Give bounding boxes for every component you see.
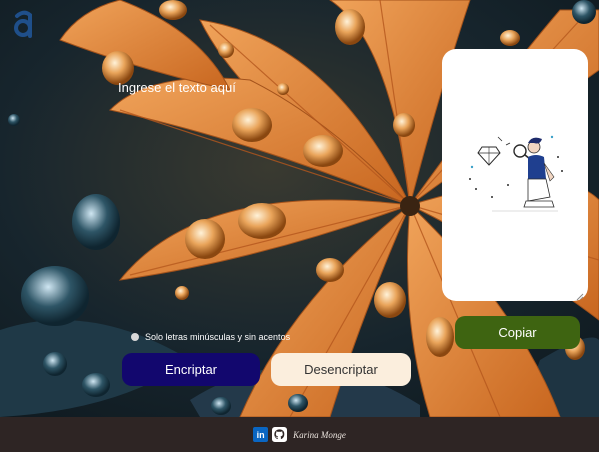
author-name: Karina Monge: [293, 429, 346, 440]
resize-handle-icon[interactable]: [575, 288, 584, 301]
social-links: in: [253, 427, 288, 442]
encrypt-button[interactable]: Encriptar: [122, 353, 260, 386]
input-hint: Solo letras minúsculas y sin acentos: [131, 331, 290, 343]
footer: in Karina Monge: [0, 417, 599, 452]
hint-text: Solo letras minúsculas y sin acentos: [145, 332, 291, 342]
output-panel[interactable]: [442, 49, 588, 301]
decrypt-button[interactable]: Desencriptar: [271, 353, 411, 386]
text-input[interactable]: [118, 80, 428, 310]
person-with-magnifier-illustration: [462, 127, 568, 223]
copy-button[interactable]: Copiar: [455, 316, 580, 349]
github-icon[interactable]: [272, 427, 288, 442]
info-icon: [131, 333, 139, 341]
logo-icon[interactable]: [12, 10, 36, 38]
linkedin-icon[interactable]: in: [253, 427, 269, 442]
